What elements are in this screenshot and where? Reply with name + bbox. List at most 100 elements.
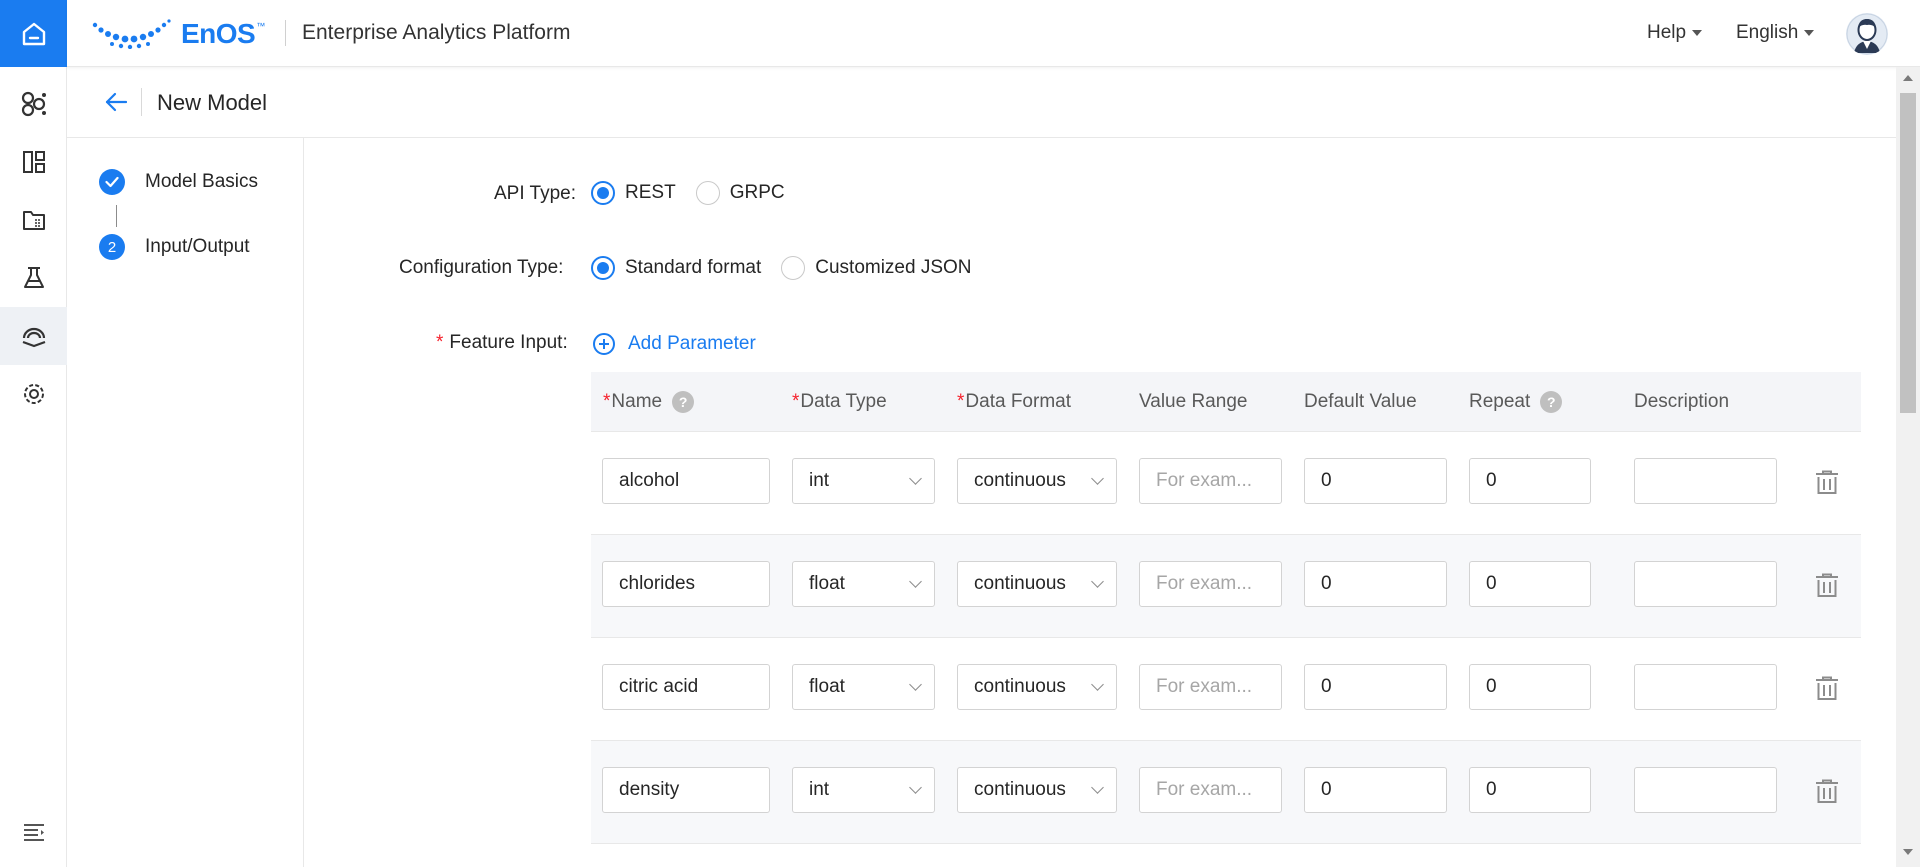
radio-standard-format[interactable]: Standard format [591, 256, 761, 280]
model-deploy-icon [22, 327, 45, 348]
table-row: citric acid float continuous For exam...… [591, 638, 1861, 741]
step-input-output[interactable]: 2 Input/Output [99, 234, 250, 260]
data-type-select[interactable]: float [792, 561, 935, 607]
api-type-label: API Type: [494, 183, 577, 204]
radio-unchecked-indicator [695, 181, 720, 205]
chevron-down-icon [1091, 781, 1104, 794]
data-type-select[interactable]: float [792, 664, 935, 710]
avatar-icon [1846, 13, 1888, 55]
page-title-bar: New Model [67, 67, 1896, 138]
default-value-input[interactable]: 0 [1304, 664, 1447, 710]
repeat-input[interactable]: 0 [1469, 561, 1591, 607]
repeat-input[interactable]: 0 [1469, 767, 1591, 813]
name-input[interactable]: citric acid [602, 664, 770, 710]
radio-checked-indicator [591, 256, 615, 280]
table-row: alcohol int continuous For exam... 0 0 [591, 432, 1861, 535]
table-row: density int continuous For exam... 0 0 [591, 741, 1861, 844]
add-parameter-button[interactable]: Add Parameter [592, 332, 756, 356]
logo-dots-icon [92, 19, 171, 49]
feature-input-table: * Name ? * Data Type * Data Format Value Ra… [591, 372, 1861, 867]
default-value-input[interactable]: 0 [1304, 458, 1447, 504]
description-input[interactable] [1634, 561, 1777, 607]
chevron-down-icon [909, 781, 922, 794]
plus-circle-icon [593, 333, 615, 355]
chevron-down-icon [909, 678, 922, 691]
name-input[interactable]: alcohol [602, 458, 770, 504]
home-icon [22, 22, 45, 45]
rail-item-data[interactable] [0, 191, 67, 249]
default-value-input[interactable]: 0 [1304, 561, 1447, 607]
dashboard-icon [22, 151, 45, 173]
language-menu[interactable]: English [1736, 21, 1815, 45]
feature-input-label: * Feature Input: [436, 332, 568, 353]
name-input[interactable]: density [602, 767, 770, 813]
header-divider [285, 20, 286, 46]
name-input[interactable]: chlorides [602, 561, 770, 607]
column-header-default-value: Default Value [1304, 391, 1417, 412]
data-format-select[interactable]: continuous [957, 458, 1117, 504]
data-format-select[interactable]: continuous [957, 767, 1117, 813]
nav-rail [0, 0, 67, 867]
user-avatar[interactable] [1846, 13, 1888, 55]
logo-text: EnOS [181, 18, 256, 49]
app-title: Enterprise Analytics Platform [302, 21, 571, 44]
help-icon[interactable]: ? [672, 391, 695, 413]
step-label: Model Basics [145, 171, 258, 192]
delete-icon[interactable] [1815, 470, 1839, 494]
default-value-input[interactable]: 0 [1304, 767, 1447, 813]
radio-checked-indicator [591, 181, 615, 205]
chevron-down-icon [1091, 472, 1104, 485]
language-menu-label: English [1736, 22, 1799, 43]
page-scrollbar[interactable] [1896, 67, 1920, 867]
column-header-description: Description [1634, 391, 1730, 412]
rail-item-model-hub[interactable] [0, 75, 67, 133]
value-range-input[interactable]: For exam... [1139, 561, 1282, 607]
repeat-input[interactable]: 0 [1469, 664, 1591, 710]
value-range-input[interactable]: For exam... [1139, 458, 1282, 504]
scroll-down-arrow-icon[interactable] [1903, 849, 1913, 855]
data-format-select[interactable]: continuous [957, 561, 1117, 607]
radio-rest[interactable]: REST [591, 181, 676, 205]
value-range-input[interactable]: For exam... [1139, 767, 1282, 813]
checkmark-icon [105, 176, 119, 188]
rail-item-dashboard[interactable] [0, 133, 67, 191]
rail-item-lab[interactable] [0, 249, 67, 307]
column-header-data-type: * Data Type [792, 391, 887, 412]
rail-item-settings[interactable] [0, 365, 67, 423]
back-button[interactable] [103, 89, 129, 115]
description-input[interactable] [1634, 767, 1777, 813]
enos-logo[interactable]: EnOS ™ [91, 16, 265, 52]
arrow-left-icon [105, 92, 127, 112]
logo-trademark: ™ [256, 21, 266, 31]
step-connector [116, 205, 117, 227]
value-range-input[interactable]: For exam... [1139, 664, 1282, 710]
data-format-select[interactable]: continuous [957, 664, 1117, 710]
home-button[interactable] [0, 0, 67, 67]
radio-grpc[interactable]: GRPC [695, 181, 785, 205]
help-menu[interactable]: Help [1647, 21, 1703, 45]
delete-icon[interactable] [1815, 676, 1839, 700]
table-row: chlorides float continuous For exam... 0… [591, 535, 1861, 638]
scroll-up-arrow-icon[interactable] [1903, 75, 1913, 81]
api-type-radio-group: REST GRPC [591, 181, 805, 205]
table-header: * Name ? * Data Type * Data Format Value Ra… [591, 372, 1861, 432]
caret-down-icon [1692, 30, 1703, 36]
scrollbar-thumb[interactable] [1900, 93, 1916, 413]
radio-customized-json[interactable]: Customized JSON [781, 256, 972, 280]
title-divider [141, 88, 142, 116]
steps-panel: Model Basics 2 Input/Output [67, 138, 304, 867]
step-model-basics[interactable]: Model Basics [99, 169, 258, 195]
delete-icon[interactable] [1815, 573, 1839, 597]
description-input[interactable] [1634, 458, 1777, 504]
column-header-value-range: Value Range [1139, 391, 1248, 412]
collapse-menu-button[interactable] [0, 810, 67, 854]
help-icon[interactable]: ? [1540, 391, 1563, 413]
rail-item-model-deploy[interactable] [0, 307, 67, 365]
step-number: 2 [99, 234, 125, 260]
delete-icon[interactable] [1815, 779, 1839, 803]
description-input[interactable] [1634, 664, 1777, 710]
data-type-select[interactable]: int [792, 458, 935, 504]
repeat-input[interactable]: 0 [1469, 458, 1591, 504]
data-type-select[interactable]: int [792, 767, 935, 813]
configuration-type-radio-group: Standard format Customized JSON [591, 256, 992, 280]
